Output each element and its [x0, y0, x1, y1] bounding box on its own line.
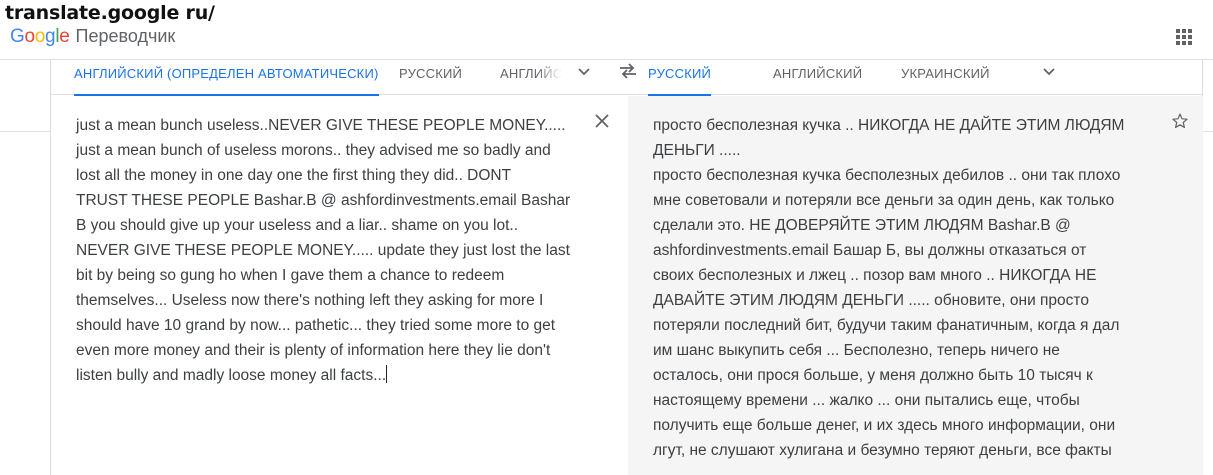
chevron-down-icon[interactable] [1042, 65, 1056, 79]
language-bar: АНГЛИЙСКИЙ (ОПРЕДЕЛЕН АВТОМАТИЧЕСКИ) РУС… [51, 60, 1202, 96]
translate-page: translate.google ru/ Google Переводчик А… [0, 0, 1213, 475]
product-name: Переводчик [75, 26, 176, 46]
source-line: lost all the money in one day one the fi… [76, 167, 512, 184]
target-line: ДАВАЙТЕ ЭТИМ ЛЮДЯМ ДЕНЬГИ ..... обновите… [653, 292, 1089, 309]
url-caption: translate.google ru/ [5, 2, 215, 24]
source-line: TRUST THESE PEOPLE Bashar.B @ ashfordinv… [76, 192, 571, 209]
logo-letter: o [34, 26, 46, 47]
page-divider-right [1203, 131, 1213, 132]
source-line: even more money and their is plenty of i… [76, 342, 551, 359]
target-line: настоящему времени ... жалко ... они пыт… [653, 392, 1080, 409]
tab-source-english[interactable]: АНГЛИЙСКИЙ [500, 60, 562, 95]
tab-source-detected[interactable]: АНГЛИЙСКИЙ (ОПРЕДЕЛЕН АВТОМАТИЧЕСКИ) [74, 60, 379, 96]
chevron-down-icon[interactable] [577, 65, 591, 79]
translation-output: просто бесполезная кучка .. НИКОГДА НЕ Д… [653, 113, 1158, 463]
translator-card: АНГЛИЙСКИЙ (ОПРЕДЕЛЕН АВТОМАТИЧЕСКИ) РУС… [50, 60, 1203, 475]
target-line: просто бесполезная кучка бесполезных деб… [653, 167, 1121, 184]
logo-letter: g [45, 26, 56, 47]
logo-letter: e [59, 26, 70, 47]
source-panel[interactable]: just a mean bunch useless..NEVER GIVE TH… [51, 96, 628, 475]
tab-target-ukrainian[interactable]: УКРАИНСКИЙ [901, 60, 990, 95]
target-line: потеряли последний бит, будучи таким фан… [653, 317, 1120, 334]
target-line: лгут, не слушают хулигана и безумно теря… [653, 442, 1112, 459]
logo-letter: o [24, 26, 35, 47]
brand-header: Google Переводчик [10, 26, 175, 50]
source-line: listen bully and madly loose money all f… [76, 367, 387, 384]
logo-letter: G [10, 26, 25, 47]
source-line: B you should give up your useless and a … [76, 217, 519, 234]
source-line: just a mean bunch of useless morons.. th… [76, 142, 551, 159]
target-line: осталось, они прося больше, у меня должн… [653, 367, 1093, 384]
star-outline-icon[interactable] [1171, 112, 1189, 130]
target-line: просто бесполезная кучка .. НИКОГДА НЕ Д… [653, 117, 1125, 134]
tab-target-russian[interactable]: РУССКИЙ [648, 60, 712, 96]
google-logo[interactable]: Google [10, 26, 70, 48]
source-line: themselves... Useless now there's nothin… [76, 292, 544, 309]
target-line: ДЕНЬГИ ..... [653, 142, 741, 159]
apps-grid-icon[interactable] [1176, 29, 1192, 45]
target-line: ashfordinvestments.email Башар Б, вы дол… [653, 242, 1087, 259]
source-line: just a mean bunch useless..NEVER GIVE TH… [76, 117, 566, 134]
target-line: мне советовали и потеряли все деньги за … [653, 192, 1115, 209]
target-line: сделали это. НЕ ДОВЕРЯЙТЕ ЭТИМ ЛЮДЯМ Bas… [653, 217, 1071, 234]
tab-source-russian[interactable]: РУССКИЙ [399, 60, 462, 95]
target-line: своих бесполезных и лжец .. позор вам мн… [653, 267, 1097, 284]
tab-target-english[interactable]: АНГЛИЙСКИЙ [773, 60, 862, 95]
page-divider-left [0, 131, 50, 132]
close-icon[interactable] [594, 113, 610, 129]
source-line: should have 10 grand by now... pathetic.… [76, 317, 556, 334]
source-textarea[interactable]: just a mean bunch useless..NEVER GIVE TH… [76, 113, 576, 388]
swap-arrows-icon[interactable] [618, 62, 638, 80]
text-caret [386, 365, 388, 383]
target-line: получить еще больше денег, и их здесь мн… [653, 417, 1116, 434]
source-line: bit by being so gung ho when I gave them… [76, 267, 505, 284]
target-panel: просто бесполезная кучка .. НИКОГДА НЕ Д… [628, 96, 1203, 475]
source-line: NEVER GIVE THESE PEOPLE MONEY..... updat… [76, 242, 570, 259]
target-line: им шанс выкупить себя ... Бесполезно, те… [653, 342, 1060, 359]
